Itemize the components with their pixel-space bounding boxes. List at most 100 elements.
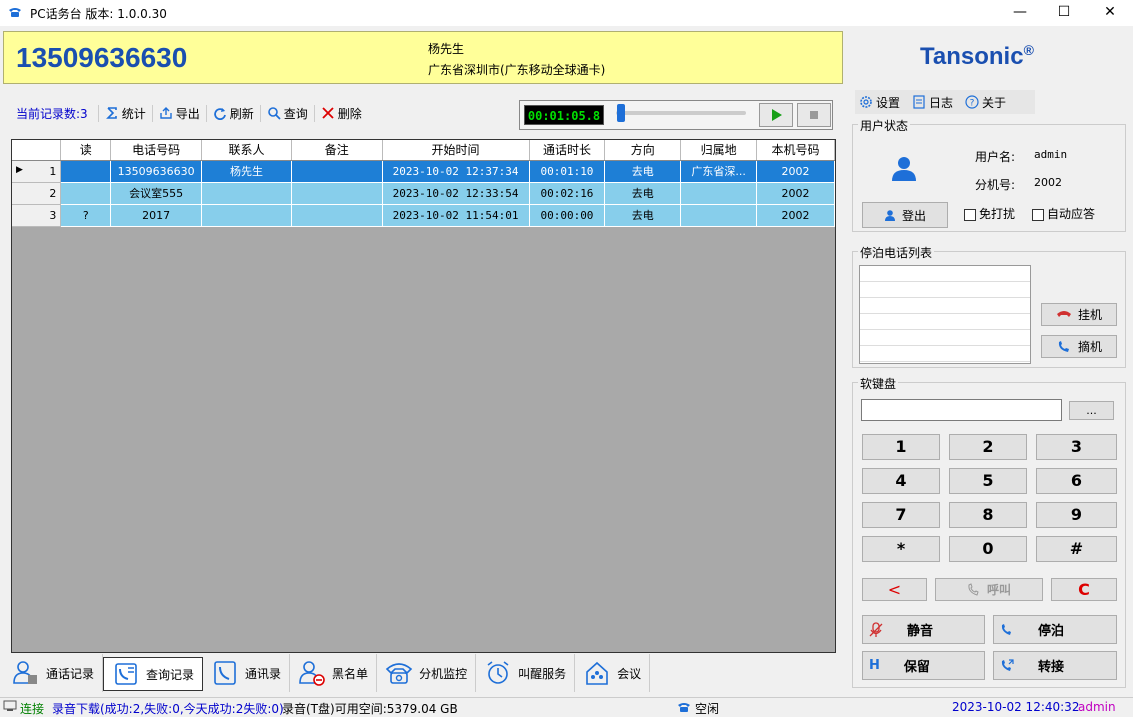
- clear-button[interactable]: C: [1051, 578, 1117, 601]
- row-indicator[interactable]: 2: [12, 182, 62, 205]
- cell-duration[interactable]: 00:02:16: [529, 182, 606, 205]
- window-title: PC话务台 版本: 1.0.0.30: [30, 7, 167, 21]
- cell-contact[interactable]: 杨先生: [201, 160, 292, 183]
- query-button[interactable]: 查询: [259, 104, 314, 122]
- hangup-button[interactable]: 挂机: [1041, 303, 1117, 326]
- key-4[interactable]: 4: [862, 468, 940, 494]
- cell-direction[interactable]: 去电: [604, 182, 682, 205]
- col-header[interactable]: 备注: [291, 140, 383, 161]
- auto-answer-checkbox[interactable]: 自动应答: [1032, 205, 1095, 222]
- cell-region[interactable]: 广东省深...: [680, 160, 758, 183]
- col-header[interactable]: 开始时间: [382, 140, 530, 161]
- export-button[interactable]: 导出: [151, 104, 206, 122]
- key-3[interactable]: 3: [1036, 434, 1117, 460]
- cell-phone[interactable]: 会议室555: [110, 182, 203, 205]
- key-1[interactable]: 1: [862, 434, 940, 460]
- cell-note[interactable]: [291, 204, 383, 227]
- key-8[interactable]: 8: [949, 502, 1027, 528]
- cell-region[interactable]: [680, 182, 758, 205]
- cell-start-time[interactable]: 2023-10-02 12:33:54: [382, 182, 530, 205]
- close-button[interactable]: ✕: [1087, 0, 1133, 26]
- key-star[interactable]: *: [862, 536, 940, 562]
- tab-conference[interactable]: 会议: [575, 654, 651, 692]
- key-2[interactable]: 2: [949, 434, 1027, 460]
- cell-start-time[interactable]: 2023-10-02 12:37:34: [382, 160, 530, 183]
- pickup-button[interactable]: 摘机: [1041, 335, 1117, 358]
- cell-contact[interactable]: [201, 204, 292, 227]
- cell-read[interactable]: ?: [60, 204, 112, 227]
- cell-phone[interactable]: 13509636630: [110, 160, 203, 183]
- row-indicator[interactable]: ▶ 1: [12, 160, 62, 183]
- mute-button[interactable]: 静音: [862, 615, 985, 644]
- logout-button[interactable]: 登出: [862, 202, 948, 228]
- cell-region[interactable]: [680, 204, 758, 227]
- key-9[interactable]: 9: [1036, 502, 1117, 528]
- transfer-button[interactable]: 转接: [993, 651, 1117, 680]
- minimize-button[interactable]: —: [997, 0, 1043, 26]
- backspace-button[interactable]: <: [862, 578, 927, 601]
- more-button[interactable]: ...: [1069, 401, 1114, 420]
- row-indicator[interactable]: 3: [12, 204, 62, 227]
- about-button[interactable]: ? 关于: [965, 94, 1006, 111]
- tab-call-records[interactable]: 通话记录: [4, 654, 104, 692]
- tab-blacklist[interactable]: 黑名单: [290, 654, 378, 692]
- cell-local-number[interactable]: 2002: [756, 182, 835, 205]
- phone-icon: [9, 8, 21, 17]
- call-record-grid: 读 电话号码 联系人 备注 开始时间 通话时长 方向 归属地 本机号码 ▶ 1 1…: [11, 139, 836, 653]
- call-button[interactable]: 呼叫: [935, 578, 1043, 601]
- transfer-phone-icon: [1001, 658, 1014, 671]
- key-6[interactable]: 6: [1036, 468, 1117, 494]
- col-header[interactable]: 电话号码: [110, 140, 203, 161]
- stats-button[interactable]: 统计: [97, 104, 152, 122]
- cell-read[interactable]: [60, 160, 112, 183]
- playback-track[interactable]: [616, 111, 746, 115]
- record-count: 当前记录数:3: [16, 106, 88, 121]
- table-row[interactable]: 3 ? 2017 2023-10-02 11:54:01 00:00:00 去电…: [12, 204, 835, 227]
- cell-start-time[interactable]: 2023-10-02 11:54:01: [382, 204, 530, 227]
- park-button[interactable]: 停泊: [993, 615, 1117, 644]
- col-header[interactable]: 归属地: [680, 140, 758, 161]
- connection-status: 连接: [20, 702, 45, 716]
- checkbox-box[interactable]: [964, 208, 976, 221]
- col-header[interactable]: 联系人: [201, 140, 292, 161]
- refresh-button[interactable]: 刷新: [205, 104, 260, 122]
- hold-button[interactable]: H 保留: [862, 651, 985, 680]
- cell-direction[interactable]: 去电: [604, 160, 682, 183]
- cell-contact[interactable]: [201, 182, 292, 205]
- log-button[interactable]: 日志: [912, 94, 953, 111]
- settings-button[interactable]: 设置: [859, 94, 900, 111]
- key-5[interactable]: 5: [949, 468, 1027, 494]
- cell-note[interactable]: [291, 160, 383, 183]
- key-hash[interactable]: #: [1036, 536, 1117, 562]
- tab-query-records[interactable]: 查询记录: [103, 657, 204, 691]
- key-7[interactable]: 7: [862, 502, 940, 528]
- caller-name: 杨先生: [428, 42, 465, 56]
- dnd-checkbox[interactable]: 免打扰: [964, 205, 1015, 222]
- play-button[interactable]: [759, 103, 793, 127]
- tab-wakeup-service[interactable]: 叫醒服务: [476, 654, 576, 692]
- cell-phone[interactable]: 2017: [110, 204, 203, 227]
- col-header[interactable]: 方向: [604, 140, 682, 161]
- col-header[interactable]: 通话时长: [529, 140, 606, 161]
- col-header[interactable]: 本机号码: [756, 140, 835, 161]
- cell-note[interactable]: [291, 182, 383, 205]
- cell-local-number[interactable]: 2002: [756, 204, 835, 227]
- col-header[interactable]: 读: [60, 140, 112, 161]
- cell-duration[interactable]: 00:00:00: [529, 204, 606, 227]
- checkbox-box[interactable]: [1032, 208, 1044, 221]
- cell-duration[interactable]: 00:01:10: [529, 160, 606, 183]
- dial-input[interactable]: [861, 399, 1062, 421]
- table-row[interactable]: ▶ 1 13509636630 杨先生 2023-10-02 12:37:34 0…: [12, 160, 835, 183]
- cell-direction[interactable]: 去电: [604, 204, 682, 227]
- cell-read[interactable]: [60, 182, 112, 205]
- maximize-button[interactable]: ☐: [1041, 0, 1087, 26]
- table-row[interactable]: 2 会议室555 2023-10-02 12:33:54 00:02:16 去电…: [12, 182, 835, 205]
- park-list[interactable]: [859, 265, 1031, 364]
- cell-local-number[interactable]: 2002: [756, 160, 835, 183]
- tab-extension-monitor[interactable]: 分机监控: [377, 654, 477, 692]
- key-0[interactable]: 0: [949, 536, 1027, 562]
- tab-phonebook[interactable]: 通讯录: [203, 654, 291, 692]
- stop-button[interactable]: [797, 103, 831, 127]
- delete-button[interactable]: 删除: [313, 104, 368, 122]
- playback-slider[interactable]: [617, 104, 625, 122]
